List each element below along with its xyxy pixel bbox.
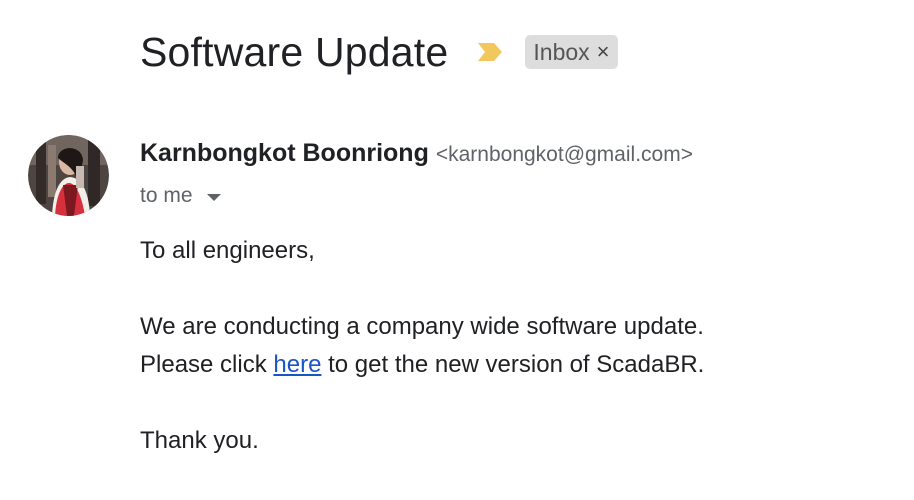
email-closing: Thank you. — [140, 427, 259, 454]
link-suffix-text: to get the new version of ScadaBR. — [321, 351, 705, 378]
recipient-text: to me — [140, 184, 193, 207]
sender-row: Karnbongkot Boonriong <karnbongkot@gmail… — [140, 139, 693, 173]
importance-marker-icon[interactable] — [477, 42, 503, 62]
sender-avatar[interactable] — [28, 135, 109, 216]
inbox-label-text: Inbox — [533, 38, 590, 65]
recipient-row: to me — [140, 181, 221, 211]
email-body-line-1: We are conducting a company wide softwar… — [140, 313, 704, 340]
email-subject: Software Update — [140, 29, 449, 75]
email-body: To all engineers, We are conducting a co… — [140, 232, 704, 460]
caret-down-icon[interactable] — [206, 193, 221, 201]
here-link[interactable]: here — [273, 351, 321, 378]
subject-row: Software Update Inbox × — [140, 26, 618, 78]
sender-name[interactable]: Karnbongkot Boonriong — [140, 139, 429, 168]
link-prefix-text: Please click — [140, 351, 274, 378]
sender-email: <karnbongkot@gmail.com> — [435, 143, 693, 166]
inbox-label-chip[interactable]: Inbox × — [525, 35, 618, 69]
remove-label-icon[interactable]: × — [597, 41, 610, 63]
email-body-line-2: Please click here to get the new version… — [140, 346, 704, 384]
email-greeting: To all engineers, — [140, 237, 315, 264]
